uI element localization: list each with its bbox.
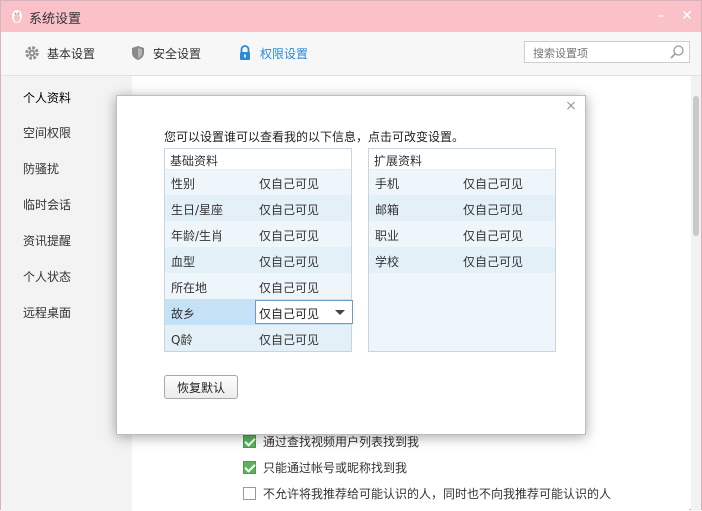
title-bar: 系统设置 – ✕	[1, 1, 701, 32]
privacy-row-school[interactable]: 学校 仅自己可见	[369, 247, 555, 273]
sidebar-item-remote-desktop[interactable]: 远程桌面	[23, 304, 71, 321]
row-visibility[interactable]: 仅自己可见	[259, 227, 319, 244]
row-visibility[interactable]: 仅自己可见	[259, 175, 319, 192]
search-icon[interactable]	[669, 44, 685, 60]
search-input[interactable]	[531, 43, 671, 63]
row-visibility[interactable]: 仅自己可见	[463, 175, 523, 192]
sidebar-item-space-permission[interactable]: 空间权限	[23, 124, 71, 141]
row-label: 所在地	[171, 281, 208, 295]
dialog-close-button[interactable]: ×	[563, 98, 579, 114]
basic-info-panel: 基础资料 性别 仅自己可见 生日/星座 仅自己可见 年龄/生肖 仅自己可见 血型…	[164, 148, 353, 352]
sidebar-item-anti-harassment[interactable]: 防骚扰	[23, 160, 59, 177]
sidebar: 个人资料 空间权限 防骚扰 临时会话 资讯提醒 个人状态 远程桌面	[1, 76, 132, 511]
tab-permission-settings-label: 权限设置	[260, 46, 309, 61]
privacy-row-blood-type[interactable]: 血型 仅自己可见	[165, 247, 351, 273]
row-label: 故乡	[171, 307, 196, 321]
privacy-row-gender[interactable]: 性别 仅自己可见	[165, 169, 351, 195]
row-label: 年龄/生肖	[171, 229, 224, 243]
sidebar-item-personal-status[interactable]: 个人状态	[23, 268, 71, 285]
privacy-row-q-age[interactable]: Q龄 仅自己可见	[165, 325, 351, 351]
visibility-dropdown[interactable]: 仅自己可见	[255, 300, 353, 324]
tab-basic-settings-label: 基本设置	[47, 46, 96, 61]
vertical-scrollbar[interactable]	[691, 76, 701, 511]
row-label: 邮箱	[375, 203, 400, 217]
dropdown-value: 仅自己可见	[259, 307, 320, 321]
sidebar-item-temp-chat[interactable]: 临时会话	[23, 196, 71, 213]
privacy-dialog: × 您可以设置谁可以查看我的以下信息，点击可改变设置。 基础资料 性别 仅自己可…	[116, 95, 586, 435]
checkbox-row-find-by-account[interactable]: 只能通过帐号或昵称找到我	[243, 459, 407, 476]
extended-info-header: 扩展资料	[374, 154, 423, 168]
sidebar-item-news-reminder[interactable]: 资讯提醒	[23, 232, 71, 249]
privacy-row-hometown[interactable]: 故乡 仅自己可见	[165, 299, 353, 325]
close-window-button[interactable]: ✕	[678, 7, 696, 25]
checkbox-row-no-recommend[interactable]: 不允许将我推荐给可能认识的人，同时也不向我推荐可能认识的人	[243, 485, 611, 502]
privacy-row-occupation[interactable]: 职业 仅自己可见	[369, 221, 555, 247]
gear-icon	[25, 46, 39, 60]
tab-security-settings-label: 安全设置	[153, 46, 202, 61]
row-visibility[interactable]: 仅自己可见	[259, 201, 319, 218]
panel-header: 基础资料	[165, 149, 351, 170]
sidebar-item-personal-info[interactable]: 个人资料	[23, 89, 71, 106]
restore-default-button[interactable]: 恢复默认	[164, 375, 238, 399]
basic-info-header: 基础资料	[170, 154, 219, 168]
shield-icon	[132, 46, 144, 60]
panel-header: 扩展资料	[369, 149, 555, 170]
privacy-row-location[interactable]: 所在地 仅自己可见	[165, 273, 351, 299]
window-title: 系统设置	[29, 12, 82, 27]
checkbox-unchecked[interactable]	[243, 487, 256, 500]
privacy-row-age[interactable]: 年龄/生肖 仅自己可见	[165, 221, 351, 247]
row-visibility[interactable]: 仅自己可见	[259, 253, 319, 270]
penguin-icon	[12, 10, 22, 23]
row-label: 生日/星座	[171, 203, 224, 217]
lock-icon	[240, 45, 250, 60]
checkbox-checked[interactable]	[243, 435, 256, 448]
scrollbar-thumb[interactable]	[693, 96, 699, 236]
dialog-message: 您可以设置谁可以查看我的以下信息，点击可改变设置。	[164, 130, 465, 144]
search-box[interactable]	[524, 41, 690, 63]
row-visibility[interactable]: 仅自己可见	[463, 253, 523, 270]
tab-permission-settings[interactable]: 权限设置	[236, 43, 308, 63]
row-label: 学校	[375, 255, 400, 269]
tab-security-settings[interactable]: 安全设置	[129, 43, 201, 63]
tab-bar: 基本设置 安全设置 权限设置	[1, 32, 701, 76]
row-label: 性别	[171, 177, 196, 191]
checkbox-label: 通过查找视频用户列表找到我	[263, 435, 420, 449]
tab-basic-settings[interactable]: 基本设置	[23, 43, 95, 63]
checkbox-row-find-video-list[interactable]: 通过查找视频用户列表找到我	[243, 433, 419, 450]
privacy-row-email[interactable]: 邮箱 仅自己可见	[369, 195, 555, 221]
row-label: 职业	[375, 229, 400, 243]
row-visibility[interactable]: 仅自己可见	[259, 331, 319, 348]
checkbox-label: 不允许将我推荐给可能认识的人，同时也不向我推荐可能认识的人	[263, 487, 612, 501]
row-label: 血型	[171, 255, 196, 269]
extended-info-panel: 扩展资料 手机 仅自己可见 邮箱 仅自己可见 职业 仅自己可见 学校 仅自己可见	[368, 148, 556, 352]
privacy-row-phone[interactable]: 手机 仅自己可见	[369, 169, 555, 195]
row-label: Q龄	[171, 333, 193, 347]
row-label: 手机	[375, 177, 400, 191]
checkbox-checked[interactable]	[243, 461, 256, 474]
row-visibility[interactable]: 仅自己可见	[463, 227, 523, 244]
minimize-button[interactable]: –	[652, 7, 670, 25]
row-visibility[interactable]: 仅自己可见	[463, 201, 523, 218]
row-visibility[interactable]: 仅自己可见	[259, 279, 319, 296]
checkbox-label: 只能通过帐号或昵称找到我	[263, 461, 408, 475]
privacy-row-birthday[interactable]: 生日/星座 仅自己可见	[165, 195, 351, 221]
chevron-down-icon[interactable]	[335, 310, 345, 315]
